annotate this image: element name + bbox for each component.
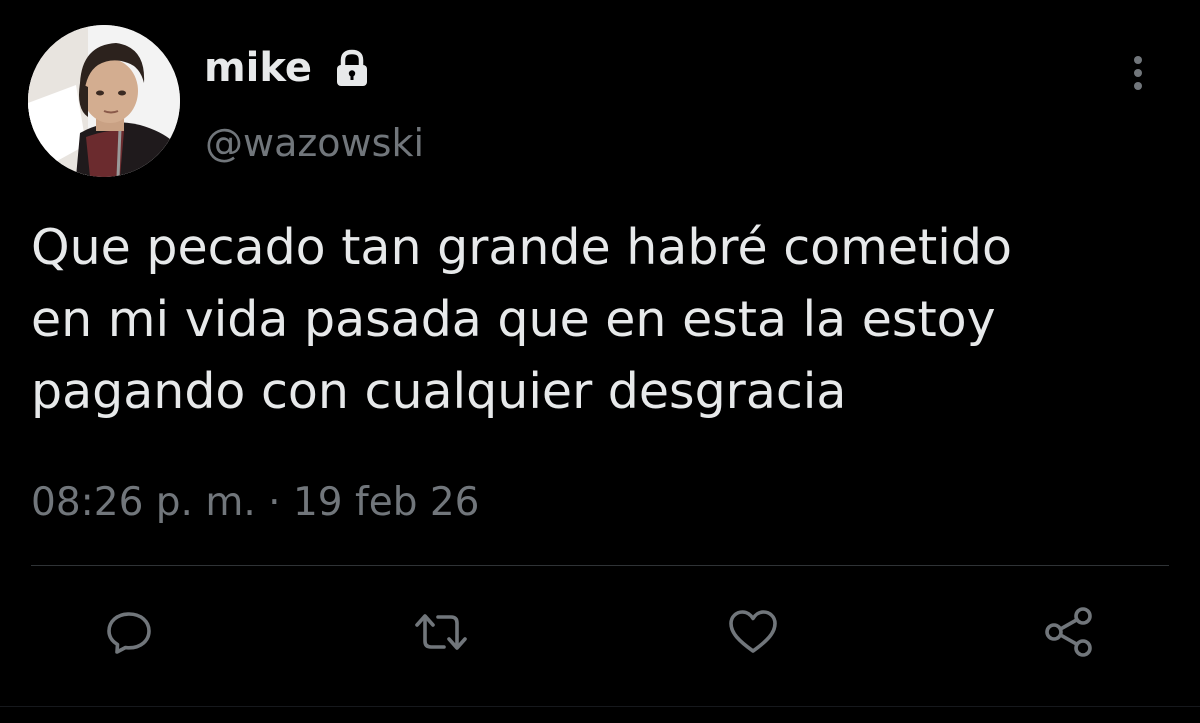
author-name-row: mike [204,44,372,92]
tweet-time: 08:26 p. m. [31,480,256,525]
tweet-text: Que pecado tan grande habré cometido en … [31,219,1012,420]
like-button[interactable] [721,600,785,664]
more-vertical-icon [1134,56,1142,90]
reply-button[interactable] [97,600,161,664]
retweet-icon [415,614,467,650]
divider [31,565,1169,566]
heart-icon [729,610,777,653]
timestamp-separator: · [268,480,281,525]
share-icon [1045,607,1092,657]
comment-icon [107,612,151,654]
display-name[interactable]: mike [204,44,312,92]
avatar[interactable] [28,25,180,177]
retweet-button[interactable] [409,600,473,664]
tweet-timestamp[interactable]: 08:26 p. m. · 19 feb 26 [31,478,479,528]
avatar-image [28,25,180,177]
more-options-button[interactable] [1118,50,1158,96]
tweet-date: 19 feb 26 [292,480,480,525]
author-handle[interactable]: @wazowski [205,118,424,168]
lock-icon [332,48,372,88]
share-button[interactable] [1037,600,1101,664]
action-bar [0,600,1200,664]
bottom-divider [0,706,1200,707]
